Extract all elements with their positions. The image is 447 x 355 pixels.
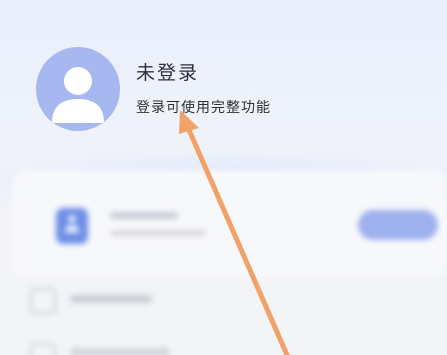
card-subtitle-placeholder (110, 230, 206, 236)
app-screen: 未登录 登录可使用完整功能 (0, 0, 447, 355)
list-item-label-placeholder[interactable] (70, 348, 170, 355)
login-prompt-text[interactable]: 登录可使用完整功能 (136, 97, 271, 117)
blurred-content (0, 150, 447, 355)
avatar[interactable] (36, 47, 120, 131)
profile-login-area[interactable]: 未登录 登录可使用完整功能 (36, 46, 416, 136)
card-action-button[interactable] (358, 210, 438, 240)
card-title-placeholder (110, 212, 178, 219)
list-item-icon (30, 288, 56, 314)
list-item-icon (30, 343, 56, 355)
info-card[interactable] (12, 170, 447, 278)
list-item-label-placeholder[interactable] (70, 295, 152, 303)
user-silhouette-icon (52, 67, 104, 123)
login-status-title[interactable]: 未登录 (136, 58, 199, 85)
person-badge-icon (56, 208, 88, 244)
